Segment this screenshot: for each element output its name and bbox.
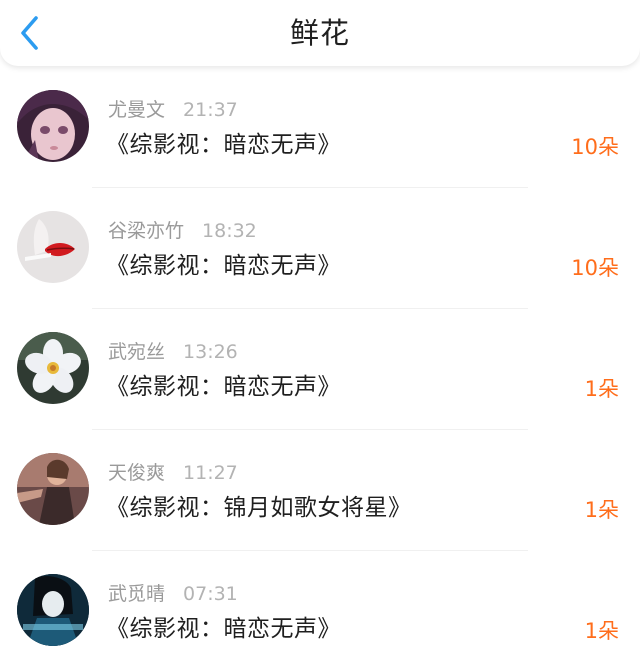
list-item[interactable]: 武觅晴 07:31 《综影视：暗恋无声》 1朵 bbox=[0, 550, 640, 670]
timestamp: 07:31 bbox=[183, 583, 238, 605]
user-name: 尤曼文 bbox=[108, 99, 166, 121]
book-title: 《综影视：暗恋无声》 bbox=[106, 374, 341, 400]
list-item[interactable]: 天俊爽 11:27 《综影视：锦月如歌女将星》 1朵 bbox=[0, 429, 640, 551]
list-item[interactable]: 尤曼文 21:37 《综影视：暗恋无声》 10朵 bbox=[0, 66, 640, 188]
avatar[interactable] bbox=[17, 211, 89, 283]
list-item[interactable]: 武宛丝 13:26 《综影视：暗恋无声》 1朵 bbox=[0, 308, 640, 430]
item-meta: 尤曼文 21:37 bbox=[108, 98, 238, 122]
timestamp: 18:32 bbox=[202, 220, 257, 242]
user-name: 天俊爽 bbox=[108, 462, 166, 484]
user-name: 谷梁亦竹 bbox=[108, 220, 185, 242]
avatar[interactable] bbox=[17, 332, 89, 404]
user-name: 武觅晴 bbox=[108, 583, 166, 605]
item-meta: 谷梁亦竹 18:32 bbox=[108, 219, 257, 243]
avatar[interactable] bbox=[17, 574, 89, 646]
user-name: 武宛丝 bbox=[108, 341, 166, 363]
timestamp: 21:37 bbox=[183, 99, 238, 121]
flower-count: 1朵 bbox=[584, 619, 619, 643]
timestamp: 13:26 bbox=[183, 341, 238, 363]
flower-count: 1朵 bbox=[584, 498, 619, 522]
flower-count: 10朵 bbox=[571, 135, 619, 159]
top-bar: 鲜花 bbox=[0, 0, 640, 66]
book-title: 《综影视：锦月如歌女将星》 bbox=[106, 495, 412, 521]
page-title: 鲜花 bbox=[289, 16, 350, 50]
item-meta: 武觅晴 07:31 bbox=[108, 582, 238, 606]
flower-count: 1朵 bbox=[584, 377, 619, 401]
list-item[interactable]: 谷梁亦竹 18:32 《综影视：暗恋无声》 10朵 bbox=[0, 187, 640, 309]
item-meta: 武宛丝 13:26 bbox=[108, 340, 238, 364]
item-meta: 天俊爽 11:27 bbox=[108, 461, 238, 485]
book-title: 《综影视：暗恋无声》 bbox=[106, 132, 341, 158]
avatar[interactable] bbox=[17, 453, 89, 525]
timestamp: 11:27 bbox=[183, 462, 238, 484]
avatar[interactable] bbox=[17, 90, 89, 162]
flower-count: 10朵 bbox=[571, 256, 619, 280]
book-title: 《综影视：暗恋无声》 bbox=[106, 616, 341, 642]
book-title: 《综影视：暗恋无声》 bbox=[106, 253, 341, 279]
